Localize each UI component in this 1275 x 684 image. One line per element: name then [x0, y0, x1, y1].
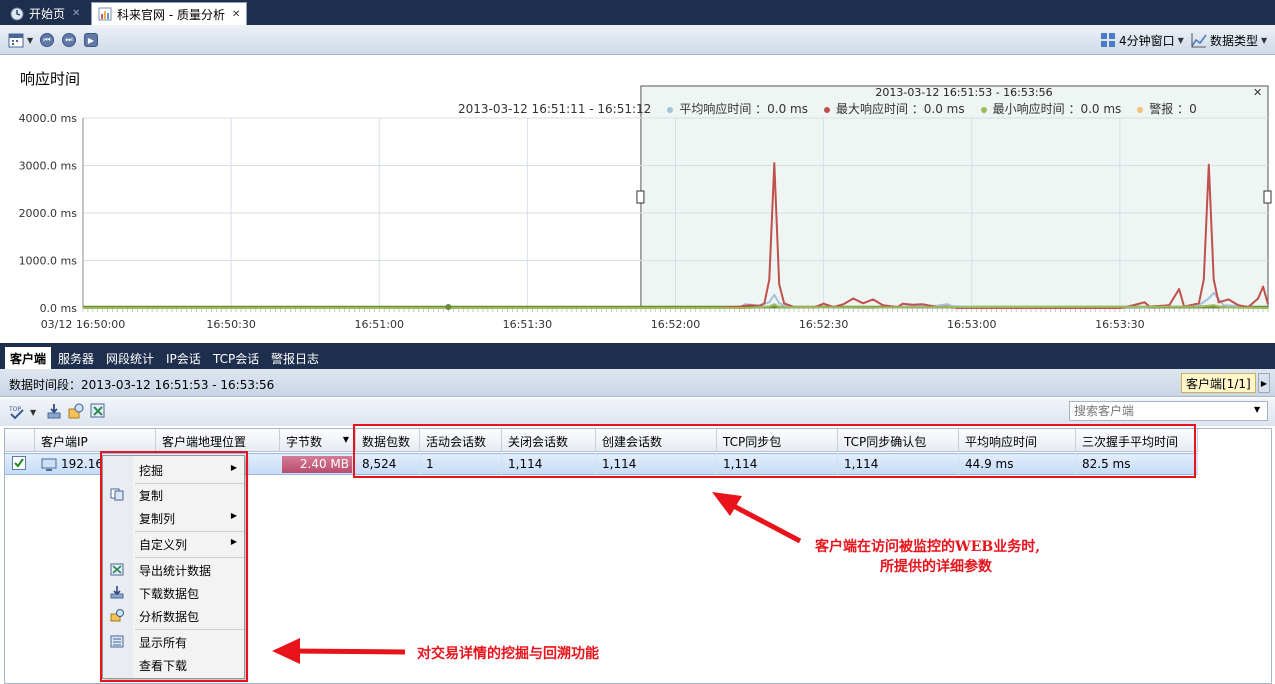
arrow-to-menu: [272, 638, 406, 664]
arrow-to-table: [712, 492, 802, 544]
annotation-table-line2: 所提供的详细参数: [880, 559, 992, 575]
annotation-menu: 对交易详情的挖掘与回溯功能: [417, 646, 599, 662]
annotation-table-line1: 客户端在访问被监控的WEB业务时,: [815, 539, 1041, 555]
annotation-arrows: [272, 492, 802, 664]
